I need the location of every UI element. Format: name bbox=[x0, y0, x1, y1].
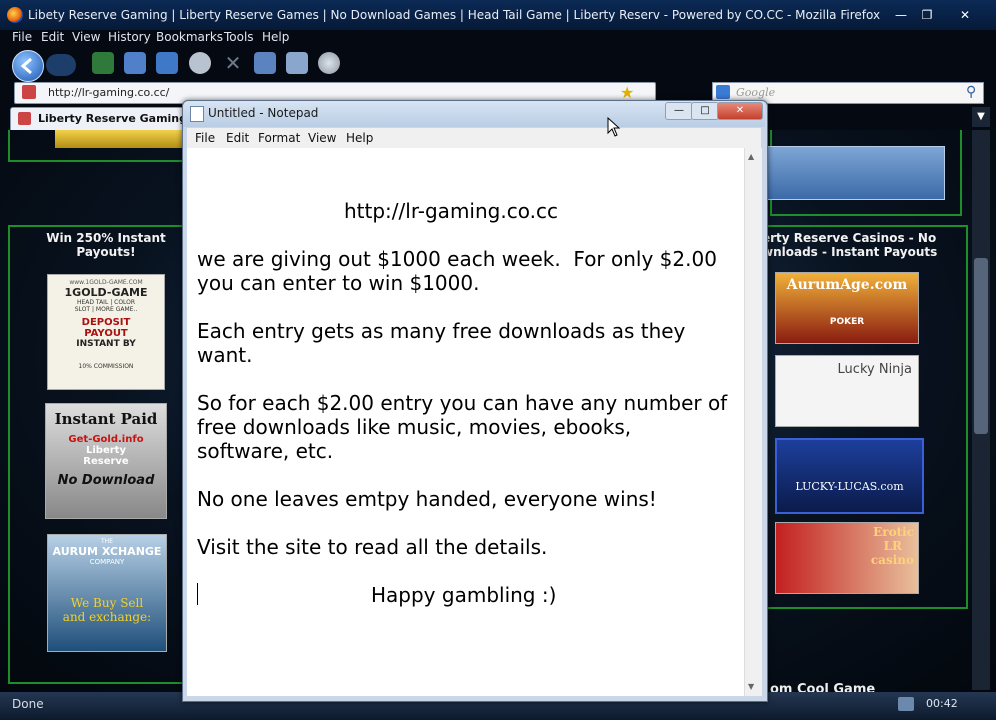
forward-button-icon[interactable] bbox=[46, 54, 76, 76]
notepad-line: No one leaves emtpy handed, everyone win… bbox=[197, 487, 657, 511]
ad-get-gold[interactable]: Instant Paid Get-Gold.info Liberty Reser… bbox=[45, 403, 167, 519]
notepad-line: you can enter to win $1000. bbox=[197, 271, 480, 295]
notepad-close-icon[interactable]: ✕ bbox=[717, 102, 763, 120]
notepad-line: Visit the site to read all the details. bbox=[197, 535, 548, 559]
menu-help[interactable]: Help bbox=[262, 30, 289, 44]
close-icon[interactable]: ✕ bbox=[948, 6, 982, 24]
ad-text: Erotic bbox=[873, 525, 914, 539]
ad-aurumage[interactable]: AurumAge.com POKER bbox=[775, 272, 919, 344]
clock: 00:42 bbox=[926, 697, 958, 710]
tray-icon[interactable] bbox=[898, 697, 914, 711]
search-icon[interactable]: ⚲ bbox=[966, 84, 976, 100]
bookmark-star-icon[interactable] bbox=[124, 52, 146, 74]
notepad-menu-file[interactable]: File bbox=[195, 131, 215, 145]
url-text[interactable]: http://lr-gaming.co.cc/ bbox=[48, 86, 169, 99]
ad-text: THE bbox=[101, 538, 113, 545]
ad-1gold-game[interactable]: www.1GOLD-GAME.COM 1GOLD-GAME HEAD TAIL … bbox=[47, 274, 165, 390]
notepad-menu-view[interactable]: View bbox=[308, 131, 336, 145]
scroll-down-icon[interactable]: ▼ bbox=[748, 682, 754, 691]
ad-text: INSTANT BY bbox=[76, 339, 136, 349]
menu-bookmarks[interactable]: Bookmarks bbox=[156, 30, 223, 44]
page-scrollbar-thumb[interactable] bbox=[974, 258, 988, 434]
ad-text: COMPANY bbox=[89, 558, 125, 566]
ad-text: AurumAge.com bbox=[786, 277, 908, 293]
ad-text: SLOT | MORE GAME.. bbox=[74, 306, 138, 313]
gear-icon[interactable] bbox=[318, 52, 340, 74]
ad-text: Liberty bbox=[86, 445, 126, 456]
tab-label: Liberty Reserve Gaming | L bbox=[38, 112, 206, 125]
ad-lucky-ninja[interactable]: Lucky Ninja bbox=[775, 355, 919, 427]
notepad-line: free downloads like music, movies, ebook… bbox=[197, 415, 632, 439]
ad-aurum-xchange[interactable]: THE AURUM XCHANGE COMPANY We Buy Sell an… bbox=[47, 534, 167, 652]
google-icon[interactable] bbox=[716, 85, 730, 99]
ad-text: LR bbox=[883, 539, 902, 553]
notepad-menu-help[interactable]: Help bbox=[346, 131, 373, 145]
ad-lucky-lucas[interactable]: LUCKY-LUCAS.com bbox=[775, 438, 924, 514]
tab-favicon-icon bbox=[18, 112, 31, 125]
menu-file[interactable]: File bbox=[12, 30, 32, 44]
notepad-icon bbox=[190, 106, 204, 122]
reload-icon[interactable] bbox=[156, 52, 178, 74]
ad-text: LUCKY-LUCAS.com bbox=[795, 480, 904, 493]
navigation-toolbar bbox=[0, 48, 996, 80]
search-placeholder: Google bbox=[736, 86, 776, 99]
menu-tools[interactable]: Tools bbox=[224, 30, 254, 44]
ad-erotic-lr-casino[interactable]: Erotic LR casino bbox=[775, 522, 919, 594]
notepad-menu-format[interactable]: Format bbox=[258, 131, 300, 145]
ad-text: Lucky Ninja bbox=[837, 362, 912, 377]
firefox-logo-icon bbox=[7, 7, 23, 23]
maximize-icon[interactable]: ❐ bbox=[914, 6, 940, 24]
left-sidebar-heading: Win 250% Instant Payouts! bbox=[46, 231, 166, 259]
text-cursor bbox=[197, 583, 198, 605]
notepad-scrollbar[interactable] bbox=[744, 148, 762, 696]
mouse-cursor-icon bbox=[607, 117, 621, 137]
addon-icon[interactable] bbox=[286, 52, 308, 74]
home-icon[interactable] bbox=[254, 52, 276, 74]
ad-text: 1GOLD-GAME bbox=[64, 286, 148, 299]
history-clock-icon[interactable] bbox=[189, 52, 211, 74]
ad-text: and exchange: bbox=[62, 610, 152, 624]
ad-text: casino bbox=[870, 553, 914, 567]
ad-text: Get-Gold.info bbox=[68, 434, 144, 445]
ad-text: HEAD TAIL | COLOR bbox=[76, 299, 136, 306]
menu-view[interactable]: View bbox=[72, 30, 100, 44]
top-right-banner[interactable] bbox=[765, 146, 945, 200]
scroll-up-icon[interactable]: ▲ bbox=[748, 152, 754, 161]
site-favicon-icon bbox=[22, 85, 36, 99]
ad-text: Reserve bbox=[83, 456, 129, 467]
ad-text: POKER bbox=[829, 317, 865, 327]
ad-text: 10% COMMISSION bbox=[78, 363, 134, 370]
top-banner-ad[interactable] bbox=[55, 130, 183, 148]
notepad-line: we are giving out $1000 each week. For o… bbox=[197, 247, 717, 271]
notepad-maximize-icon[interactable]: □ bbox=[691, 102, 719, 120]
ad-text: We Buy Sell bbox=[70, 596, 144, 610]
status-text: Done bbox=[12, 697, 44, 711]
ad-text: Instant Paid bbox=[54, 410, 158, 428]
notepad-minimize-icon[interactable]: — bbox=[665, 102, 693, 120]
ad-text: No Download bbox=[57, 473, 155, 488]
notepad-title: Untitled - Notepad bbox=[208, 106, 319, 120]
menu-history[interactable]: History bbox=[108, 30, 151, 44]
notepad-menu-edit[interactable]: Edit bbox=[226, 131, 249, 145]
firefox-window-title: Libety Reserve Gaming | Liberty Reserve … bbox=[28, 8, 881, 22]
download-icon[interactable] bbox=[92, 52, 114, 74]
notepad-line: software, etc. bbox=[197, 439, 334, 463]
ad-text: PAYOUT bbox=[84, 328, 128, 339]
menu-edit[interactable]: Edit bbox=[41, 30, 64, 44]
minimize-icon[interactable]: — bbox=[888, 6, 914, 24]
tab-list-chevron-down-icon[interactable]: ▼ bbox=[972, 107, 990, 127]
notepad-line: Happy gambling :) bbox=[371, 583, 557, 607]
ad-text: www.1GOLD-GAME.COM bbox=[69, 279, 143, 286]
ad-text: DEPOSIT bbox=[81, 317, 131, 328]
right-sidebar-heading: erty Reserve Casinos - No wnloads - Inst… bbox=[762, 231, 938, 259]
stop-icon[interactable]: ✕ bbox=[222, 52, 244, 74]
notepad-line: So for each $2.00 entry you can have any… bbox=[197, 391, 728, 415]
notepad-line: Each entry gets as many free downloads a… bbox=[197, 319, 686, 343]
back-button-icon[interactable] bbox=[12, 50, 44, 82]
notepad-line: want. bbox=[197, 343, 253, 367]
notepad-line: http://lr-gaming.co.cc bbox=[344, 199, 558, 223]
ad-text: AURUM XCHANGE bbox=[52, 545, 162, 558]
